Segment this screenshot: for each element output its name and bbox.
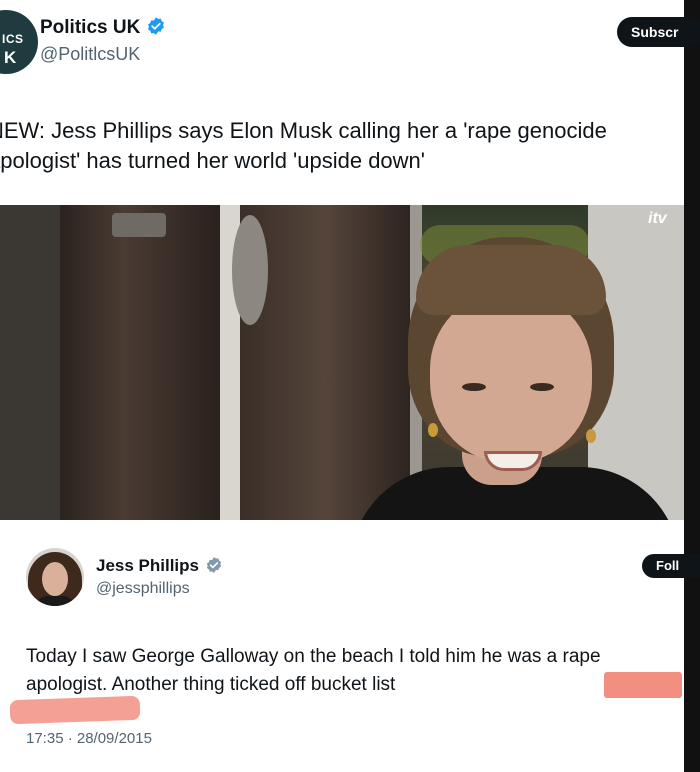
earring-right	[586, 429, 596, 443]
background-wall	[0, 205, 60, 520]
quoted-author-handle[interactable]: @jessphillips	[96, 580, 190, 598]
redaction-mark	[9, 695, 141, 725]
avatar-face	[42, 562, 68, 596]
itv-watermark: itv	[648, 210, 667, 227]
author-handle[interactable]: @PolitlcsUK	[40, 44, 140, 65]
background-mirror	[232, 215, 268, 325]
quoted-author-name-text: Jess Phillips	[96, 556, 199, 575]
tweet-text: NEW: Jess Phillips says Elon Musk callin…	[0, 118, 607, 173]
quoted-author-name[interactable]: Jess Phillips	[96, 556, 223, 579]
background-door	[60, 205, 220, 520]
person-eye-right	[530, 383, 554, 391]
author-name[interactable]: Politics UK	[40, 16, 166, 42]
right-edge-strip	[684, 0, 700, 772]
author-name-text: Politics UK	[40, 17, 141, 38]
jess-phillips-avatar[interactable]	[26, 548, 84, 606]
avatar-text-1: ICS	[2, 32, 24, 46]
tweet-timestamp[interactable]: 17:35 · 28/09/2015	[26, 730, 152, 747]
follow-button[interactable]: Foll	[642, 554, 700, 578]
subscribe-button[interactable]: Subscr	[617, 17, 700, 47]
person-face	[430, 293, 592, 463]
background-lamp	[112, 213, 166, 237]
redaction-mark	[604, 672, 682, 698]
verified-badge-icon	[146, 16, 166, 42]
avatar-clothing	[34, 596, 76, 606]
video-player[interactable]: itv	[0, 205, 684, 520]
verified-badge-icon	[205, 556, 223, 579]
person-eye-left	[462, 383, 486, 391]
person-fringe	[416, 245, 606, 315]
earring-left	[428, 423, 438, 437]
avatar-text-2: K	[4, 48, 17, 67]
politics-uk-avatar[interactable]: ICS K	[0, 10, 38, 74]
quoted-tweet-text: Today I saw George Galloway on the beach…	[26, 646, 601, 695]
